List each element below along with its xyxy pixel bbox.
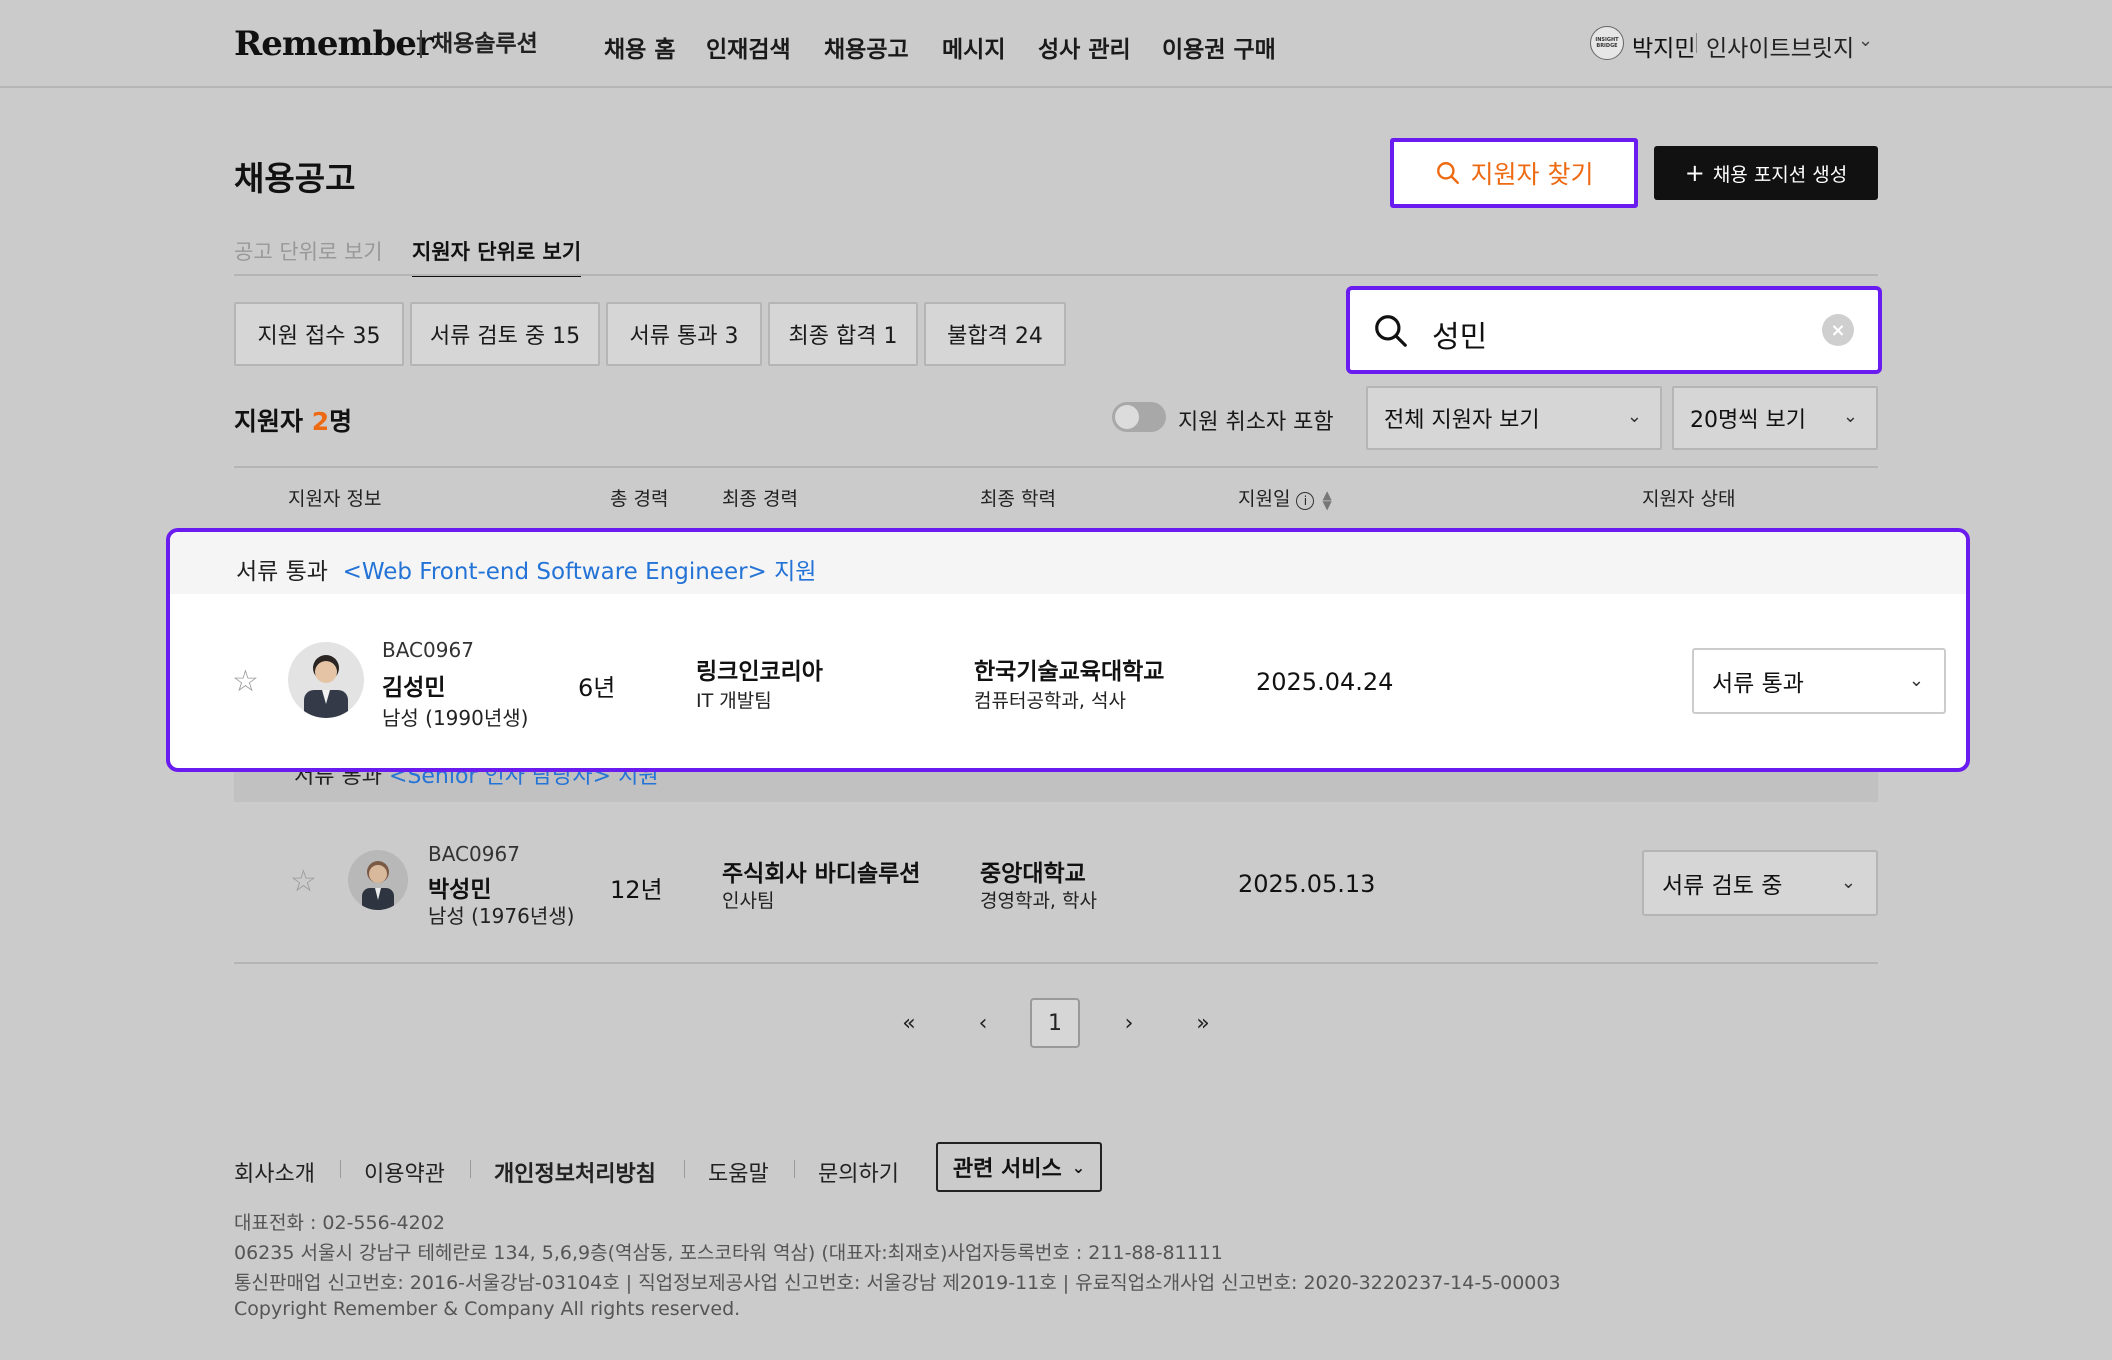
footer-terms[interactable]: 이용약관 <box>364 1156 445 1188</box>
footer-licenses: 통신판매업 신고번호: 2016-서울강남-03104호 | 직업정보제공사업 … <box>234 1272 1561 1294</box>
last-company: 링크인코리아 <box>696 659 823 685</box>
th-education: 최종 학력 <box>980 488 1056 510</box>
footer-help[interactable]: 도움말 <box>708 1156 769 1188</box>
tab-by-applicant[interactable]: 지원자 단위로 보기 <box>412 236 582 277</box>
prev-page-icon[interactable]: ‹ <box>958 998 1008 1048</box>
nav-buy-pass[interactable]: 이용권 구매 <box>1162 30 1276 64</box>
candidate-name[interactable]: 김성민 <box>382 668 445 702</box>
chip-final-pass[interactable]: 최종 합격 1 <box>768 302 918 366</box>
school: 중앙대학교 <box>980 861 1086 887</box>
status-select[interactable]: 서류 통과 ⌄ <box>1692 648 1946 714</box>
last-team: 인사팀 <box>722 890 775 912</box>
chevron-down-icon[interactable]: ⌄ <box>1858 30 1873 51</box>
star-icon[interactable]: ☆ <box>290 864 317 899</box>
find-applicant-label: 지원자 찾기 <box>1470 160 1594 189</box>
th-applied-date[interactable]: 지원일 i ▲ ▼ <box>1238 484 1332 511</box>
related-services-button[interactable]: 관련 서비스 ⌄ <box>936 1142 1102 1192</box>
search-icon <box>1436 162 1459 184</box>
footer-divider <box>340 1160 341 1178</box>
footer-contact[interactable]: 문의하기 <box>818 1156 899 1188</box>
footer-divider <box>684 1160 685 1178</box>
plus-icon: + <box>1684 159 1705 187</box>
candidate-code: BAC0967 <box>382 638 474 662</box>
status-select[interactable]: 서류 검토 중 ⌄ <box>1642 850 1878 916</box>
next-page-icon[interactable]: › <box>1104 998 1154 1048</box>
nav-recruit-home[interactable]: 채용 홈 <box>604 30 676 64</box>
school: 한국기술교육대학교 <box>974 659 1165 685</box>
last-page-icon[interactable]: » <box>1178 998 1228 1048</box>
create-position-button[interactable]: + 채용 포지션 생성 <box>1654 146 1878 200</box>
find-applicant-button[interactable]: 지원자 찾기 <box>1390 138 1638 208</box>
th-last-career: 최종 경력 <box>722 488 798 510</box>
page-title: 채용공고 <box>234 159 356 198</box>
footer-copyright: Copyright Remember & Company All rights … <box>234 1298 741 1320</box>
company-avatar[interactable]: INSIGHT BRIDGE <box>1590 26 1624 60</box>
chip-rejected[interactable]: 불합격 24 <box>924 302 1066 366</box>
tab-divider <box>234 274 1878 276</box>
applicant-view-select[interactable]: 전체 지원자 보기 ⌄ <box>1366 386 1662 450</box>
chip-passed[interactable]: 서류 통과 3 <box>606 302 762 366</box>
tab-by-posting[interactable]: 공고 단위로 보기 <box>234 236 383 266</box>
nav-talent-search[interactable]: 인재검색 <box>706 30 791 64</box>
total-career: 6년 <box>578 674 616 702</box>
footer-divider <box>470 1160 471 1178</box>
footer-about[interactable]: 회사소개 <box>234 1156 315 1188</box>
candidate-gender: 남성 (1976년생) <box>428 904 575 928</box>
user-company[interactable]: 인사이트브릿지 <box>1706 29 1854 63</box>
info-icon[interactable]: i <box>1296 492 1315 510</box>
chevron-down-icon: ⌄ <box>1908 670 1924 691</box>
candidate-gender: 남성 (1990년생) <box>382 706 529 730</box>
first-page-icon[interactable]: « <box>884 998 934 1048</box>
chevron-down-icon: ⌄ <box>1626 406 1642 427</box>
table-header-divider <box>234 466 1878 468</box>
chevron-down-icon: ⌄ <box>1071 1157 1086 1177</box>
search-box[interactable]: 성민 × <box>1346 286 1882 374</box>
major: 경영학과, 학사 <box>980 890 1097 912</box>
highlighted-applicant-card[interactable]: 서류 통과 <Web Front-end Software Engineer> … <box>166 528 1970 772</box>
star-icon[interactable]: ☆ <box>232 664 259 699</box>
footer-privacy[interactable]: 개인정보처리방침 <box>494 1156 656 1188</box>
applicant-count: 지원자 2명 <box>234 407 353 436</box>
th-status: 지원자 상태 <box>1642 488 1736 510</box>
chip-received[interactable]: 지원 접수 35 <box>234 302 404 366</box>
footer-phone: 대표전화 : 02-556-4202 <box>234 1212 445 1234</box>
user-name[interactable]: 박지민 <box>1632 29 1695 63</box>
footer-divider <box>794 1160 795 1178</box>
avatar <box>348 850 408 910</box>
candidate-name[interactable]: 박성민 <box>428 870 491 904</box>
applied-date: 2025.04.24 <box>1256 668 1394 696</box>
last-company: 주식회사 바디솔루션 <box>722 861 921 887</box>
logo-subtitle: 채용솔루션 <box>420 30 538 58</box>
sort-icon[interactable]: ▲ ▼ <box>1322 489 1331 511</box>
th-applicant-info: 지원자 정보 <box>288 488 382 510</box>
chip-reviewing[interactable]: 서류 검토 중 15 <box>410 302 600 366</box>
nav-deal-management[interactable]: 성사 관리 <box>1038 30 1131 64</box>
search-icon <box>1375 315 1407 347</box>
chevron-down-icon: ⌄ <box>1840 872 1856 893</box>
chevron-down-icon: ⌄ <box>1842 406 1858 427</box>
avatar <box>288 642 364 718</box>
page-current[interactable]: 1 <box>1030 998 1080 1048</box>
create-position-label: 채용 포지션 생성 <box>1712 163 1848 186</box>
th-total-career: 총 경력 <box>610 488 669 510</box>
table-bottom-divider <box>234 962 1878 964</box>
page-size-select[interactable]: 20명씩 보기 ⌄ <box>1672 386 1878 450</box>
footer-address: 06235 서울시 강남구 테헤란로 134, 5,6,9층(역삼동, 포스코타… <box>234 1242 1223 1264</box>
clear-icon[interactable]: × <box>1822 314 1854 346</box>
user-divider <box>1696 33 1697 53</box>
include-cancelled-toggle[interactable] <box>1112 402 1166 432</box>
nav-job-postings[interactable]: 채용공고 <box>824 30 909 64</box>
nav-messages[interactable]: 메시지 <box>942 30 1005 64</box>
applied-date: 2025.05.13 <box>1238 870 1376 898</box>
last-team: IT 개발팀 <box>696 690 772 712</box>
candidate-code: BAC0967 <box>428 842 520 866</box>
major: 컴퓨터공학과, 석사 <box>974 690 1126 712</box>
logo[interactable]: Remember <box>234 24 434 64</box>
row-group-label: 서류 통과 <Web Front-end Software Engineer> … <box>236 559 817 585</box>
total-career: 12년 <box>610 876 663 904</box>
include-cancelled-label: 지원 취소자 포함 <box>1178 410 1334 435</box>
search-input[interactable]: 성민 <box>1432 312 1487 356</box>
